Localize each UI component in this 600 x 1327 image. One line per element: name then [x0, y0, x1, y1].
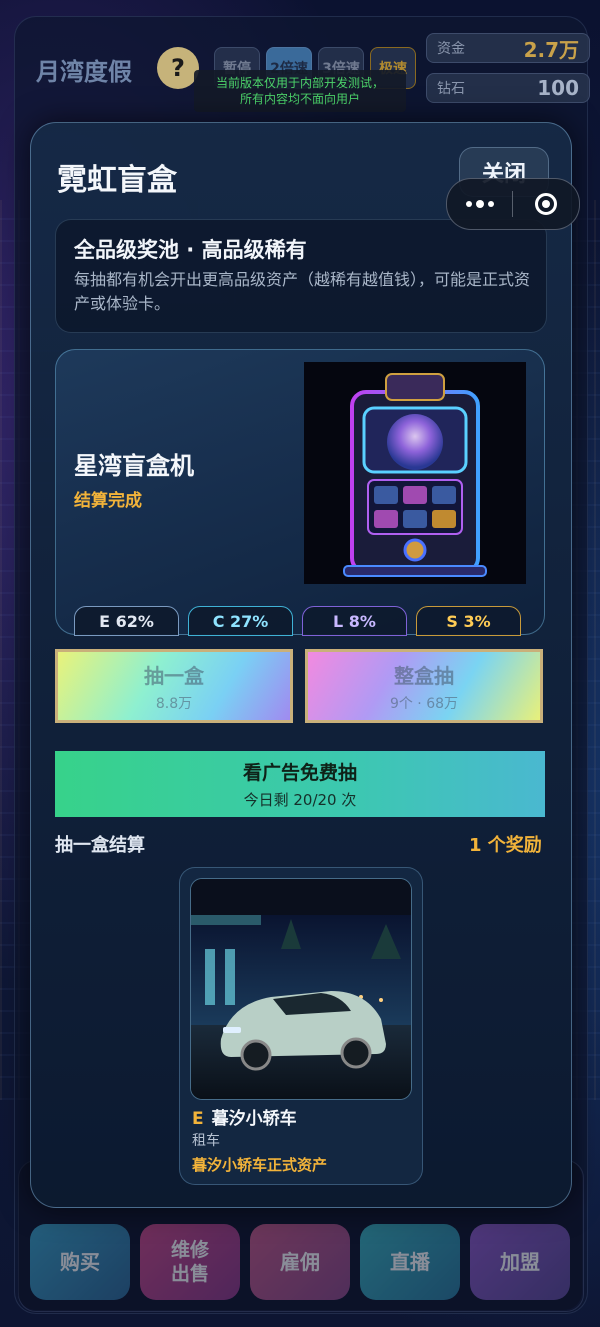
app-title: 月湾度假 [36, 58, 132, 86]
exit-miniprogram-icon[interactable] [513, 193, 578, 215]
dev-notice-line1: 当前版本仅用于内部开发测试， [215, 76, 384, 90]
reward-car-image [190, 878, 412, 1100]
reward-name-text: 暮汐小轿车 [211, 1109, 297, 1129]
blind-box-modal: 霓虹盲盒 关闭 全品级奖池 · 高品级稀有 每抽都有机会开出更高品级资产（越稀有… [30, 122, 572, 1208]
draw-one-label: 抽一盒 [144, 663, 204, 688]
funds-value: 2.7万 [523, 37, 579, 62]
rarity-row: E 62% C 27% L 8% S 3% [74, 606, 521, 636]
machine-status: 结算完成 [74, 491, 142, 511]
reward-card[interactable]: E 暮汐小轿车 租车 暮汐小轿车正式资产 [179, 867, 423, 1185]
ad-free-draw-remaining: 今日剩 20/20 次 [243, 791, 357, 809]
modal-title: 霓虹盲盒 [57, 163, 177, 198]
more-menu-icon[interactable] [447, 200, 512, 208]
gems-stat: 钻石 100 [426, 73, 590, 103]
draw-one-button[interactable]: 抽一盒 8.8万 [55, 649, 293, 723]
info-card: 全品级奖池 · 高品级稀有 每抽都有机会开出更高品级资产（越稀有越值钱），可能是… [55, 219, 547, 333]
reward-tier: E [192, 1109, 204, 1129]
draw-box-label: 整盒抽 [394, 663, 454, 688]
miniprogram-capsule [446, 178, 580, 230]
reward-description: 暮汐小轿车正式资产 [192, 1156, 328, 1174]
info-title: 全品级奖池 · 高品级稀有 [74, 238, 307, 262]
ad-free-draw-button[interactable]: 看广告免费抽 今日剩 20/20 次 [55, 751, 545, 817]
blind-box-machine-image [304, 362, 526, 584]
rarity-l: L 8% [302, 606, 407, 636]
dev-notice-line2: 所有内容均不面向用户 [239, 92, 360, 106]
funds-stat: 资金 2.7万 [426, 33, 590, 63]
machine-name: 星湾盲盒机 [74, 452, 194, 480]
machine-card: 星湾盲盒机 结算完成 E 62% C 27% L 8% S 3% [55, 349, 545, 636]
rarity-e: E 62% [74, 606, 179, 636]
funds-label: 资金 [437, 41, 465, 57]
help-button[interactable]: ? [157, 47, 199, 89]
reward-name: E 暮汐小轿车 [192, 1104, 297, 1129]
gems-label: 钻石 [437, 81, 465, 97]
result-label: 抽一盒结算 [55, 835, 145, 856]
draw-one-price: 8.8万 [155, 695, 193, 712]
info-description: 每抽都有机会开出更高品级资产（越稀有越值钱），可能是正式资产或体验卡。 [74, 270, 531, 313]
gems-value: 100 [537, 76, 579, 100]
draw-box-button[interactable]: 整盒抽 9个 · 68万 [305, 649, 543, 723]
dev-notice: 当前版本仅用于内部开发测试， 所有内容均不面向用户 [194, 70, 406, 112]
result-count: 1 个奖励 [469, 835, 542, 856]
ad-free-draw-label: 看广告免费抽 [242, 762, 357, 784]
draw-box-price: 9个 · 68万 [389, 695, 459, 712]
rarity-s: S 3% [416, 606, 521, 636]
reward-type: 租车 [192, 1133, 220, 1149]
rarity-c: C 27% [188, 606, 293, 636]
